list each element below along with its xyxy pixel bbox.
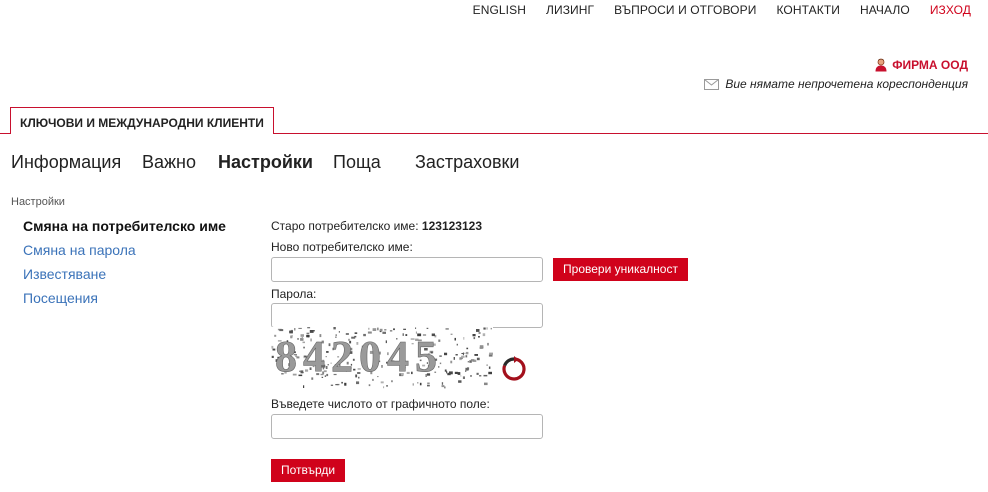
subnav-information[interactable]: Информация (11, 152, 121, 173)
company-name: ФИРМА ООД (892, 58, 968, 72)
subnav-important[interactable]: Важно (142, 152, 196, 173)
old-username-label: Старо потребителско име: (271, 219, 419, 233)
top-navigation: ENGLISH ЛИЗИНГ ВЪПРОСИ И ОТГОВОРИ КОНТАК… (453, 3, 971, 17)
old-username-row: Старо потребителско име: 123123123 (271, 219, 482, 233)
tab-key-clients[interactable]: КЛЮЧОВИ И МЕЖДУНАРОДНИ КЛИЕНТИ (10, 107, 274, 134)
mail-status-text: Вие нямате непрочетена кореспонденция (725, 77, 968, 91)
captcha-image: 842045 (271, 327, 493, 389)
topnav-leasing[interactable]: ЛИЗИНГ (546, 3, 594, 17)
topnav-english[interactable]: ENGLISH (473, 3, 526, 17)
topnav-contacts[interactable]: КОНТАКТИ (776, 3, 840, 17)
password-input[interactable] (271, 303, 543, 328)
menu-change-username[interactable]: Смяна на потребителско име (23, 218, 226, 242)
captcha-input[interactable] (271, 414, 543, 439)
settings-menu: Смяна на потребителско име Смяна на паро… (23, 218, 226, 314)
refresh-icon[interactable] (501, 356, 527, 382)
menu-notifications[interactable]: Известяване (23, 266, 226, 290)
topnav-faq[interactable]: ВЪПРОСИ И ОТГОВОРИ (614, 3, 756, 17)
subnav-insurance[interactable]: Застраховки (415, 152, 519, 173)
subnav-mail[interactable]: Поща (333, 152, 381, 173)
user-icon (875, 58, 887, 72)
mail-status[interactable]: Вие нямате непрочетена кореспонденция (704, 77, 968, 91)
menu-change-password[interactable]: Смяна на парола (23, 242, 226, 266)
breadcrumb: Настройки (11, 196, 65, 208)
password-label: Парола: (271, 287, 317, 301)
menu-visits[interactable]: Посещения (23, 290, 226, 314)
check-uniqueness-button[interactable]: Провери уникалност (553, 258, 688, 281)
old-username-value: 123123123 (421, 219, 482, 233)
company-link[interactable]: ФИРМА ООД (704, 58, 968, 72)
captcha-digits: 842045 (275, 332, 443, 381)
subnav-settings[interactable]: Настройки (218, 152, 313, 173)
page: ENGLISH ЛИЗИНГ ВЪПРОСИ И ОТГОВОРИ КОНТАК… (0, 0, 988, 492)
new-username-input[interactable] (271, 257, 543, 282)
envelope-icon (704, 78, 720, 90)
new-username-label: Ново потребителско име: (271, 240, 413, 254)
submit-button[interactable]: Потвърди (271, 459, 345, 482)
captcha-label: Въведете числото от графичното поле: (271, 397, 490, 411)
topnav-logout[interactable]: ИЗХОД (930, 3, 971, 17)
account-panel: ФИРМА ООД Вие нямате непрочетена кореспо… (704, 58, 968, 91)
topnav-home[interactable]: НАЧАЛО (860, 3, 910, 17)
